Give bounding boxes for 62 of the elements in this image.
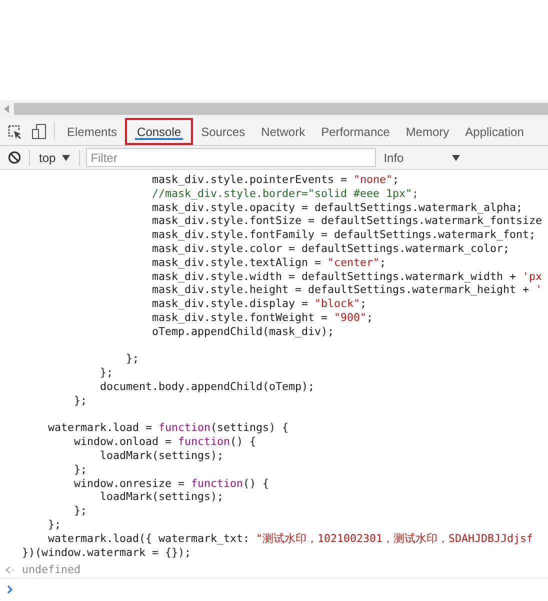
code-text: document.body.appendChild(oTemp);	[99, 380, 315, 393]
dropdown-caret-icon	[62, 154, 70, 160]
code-text: };	[73, 462, 88, 476]
code-text: loadMark(settings);	[99, 448, 224, 462]
code-comment: //mask_div.style.border="solid #eee 1px";	[151, 186, 419, 200]
code-text: function	[158, 421, 211, 434]
code-text: watermark.load({ watermark_txt:	[47, 532, 251, 545]
code-text: mask_div.style.opacity = defaultSettings.watermark_alpha;	[151, 200, 523, 214]
code-text: };	[73, 504, 88, 518]
code-text: };	[73, 394, 88, 407]
code-text: function	[191, 476, 244, 490]
context-selector[interactable]: top	[30, 148, 79, 166]
code-text: ;	[380, 256, 386, 269]
code-text: mask_div.style.textAlign =	[151, 256, 322, 269]
code-text: mask_div.style.height = defaultSettings.watermark_height +	[151, 283, 530, 296]
code-text: '	[536, 283, 542, 296]
code-text: mask_div.style.pointerEvents =	[151, 173, 348, 186]
code-text: () {	[230, 435, 256, 448]
result-value: undefined	[22, 562, 81, 578]
panel-tab[interactable]: Sources	[193, 118, 254, 145]
code-text: mask_div.style.width = defaultSettings.watermark_width +	[151, 270, 518, 283]
code-text: ;	[366, 310, 374, 324]
code-text: mask_div.style.fontSize = defaultSettings.watermark_fontsize	[151, 214, 542, 228]
horizontal-scrollbar[interactable]	[0, 100, 548, 118]
code-text: "block"	[314, 297, 360, 310]
dropdown-caret-icon	[452, 154, 460, 160]
code-text: mask_div.style.fontFamily = defaultSettings.watermark_font;	[151, 228, 536, 242]
code-text: window.onresize =	[73, 476, 186, 490]
code-text: "900"	[334, 310, 367, 324]
panel-tab[interactable]: Performance	[313, 118, 398, 145]
code-text: ;	[392, 173, 400, 186]
panel-tab[interactable]: Console	[125, 118, 194, 145]
panel-tab[interactable]: Network	[253, 118, 314, 145]
code-text: loadMark(settings);	[99, 490, 224, 504]
code-text: mask_div.style.color = defaultSettings.watermark_color;	[151, 242, 510, 255]
clear-console-icon[interactable]	[8, 151, 21, 164]
panel-tab[interactable]: Application	[457, 118, 532, 145]
code-text: };	[47, 518, 62, 531]
device-toolbar-icon[interactable]	[32, 124, 46, 139]
panel-tab[interactable]: Elements	[59, 118, 126, 145]
code-text: "center"	[328, 256, 380, 269]
inspect-element-icon[interactable]	[8, 124, 22, 138]
code-text: oTemp.appendChild(mask_div);	[151, 324, 334, 338]
code-text: watermark.load =	[47, 421, 154, 434]
code-text: function	[178, 435, 230, 448]
code-text: "none"	[354, 173, 393, 186]
code-text: mask_div.style.display =	[151, 297, 310, 310]
code-text: () {	[243, 476, 270, 490]
filter-field[interactable]: Filter	[86, 148, 376, 167]
code-text: };	[125, 352, 140, 366]
panel-tab[interactable]: Memory	[398, 118, 458, 145]
code-text: ;	[360, 297, 367, 310]
code-text: (settings) {	[210, 421, 289, 434]
code-text: })(window.watermark = {});	[22, 546, 192, 559]
code-text: 'px	[522, 270, 542, 283]
code-text: "测试水印，1021002301，测试水印，SDAHJDBJJdjsf	[256, 532, 534, 545]
result-arrow-icon	[5, 566, 14, 574]
code-text: };	[99, 366, 114, 380]
log-level-selector[interactable]: Info	[384, 148, 460, 166]
code-text: window.onload =	[73, 435, 173, 448]
prompt-chevron-icon[interactable]	[7, 584, 13, 594]
code-text: mask_div.style.fontWeight =	[151, 310, 329, 324]
